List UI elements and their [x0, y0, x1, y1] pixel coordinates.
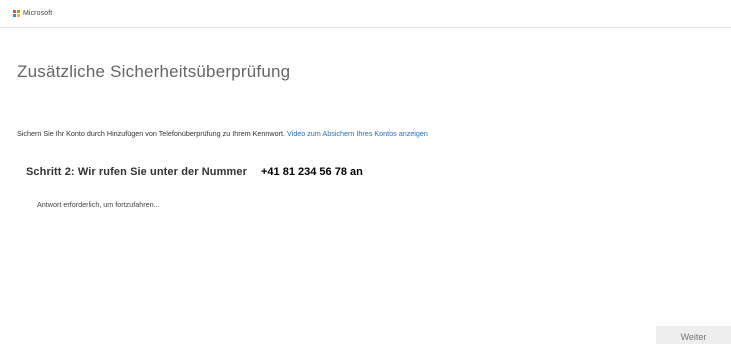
next-button[interactable]: Weiter — [656, 326, 731, 344]
header: Microsoft — [0, 0, 731, 28]
verification-page: Microsoft Zusätzliche Sicherheitsüberprü… — [0, 0, 731, 344]
video-link[interactable]: Video zum Absichern Ihres Kontos anzeige… — [287, 129, 428, 138]
step-label: Schritt 2: Wir rufen Sie unter der Numme… — [26, 166, 247, 178]
logo-text: Microsoft — [23, 10, 53, 17]
page-title: Zusätzliche Sicherheitsüberprüfung — [17, 62, 291, 81]
phone-number: +41 81 234 56 78 an — [261, 166, 363, 178]
microsoft-logo: Microsoft — [13, 10, 52, 17]
info-text: Sichern Sie Ihr Konto durch Hinzufügen v… — [17, 129, 285, 138]
status-text: Antwort erforderlich, um fortzufahren... — [37, 200, 160, 209]
step-line: Schritt 2: Wir rufen Sie unter der Numme… — [26, 166, 363, 178]
microsoft-logo-icon — [13, 10, 20, 17]
info-line: Sichern Sie Ihr Konto durch Hinzufügen v… — [17, 129, 428, 138]
